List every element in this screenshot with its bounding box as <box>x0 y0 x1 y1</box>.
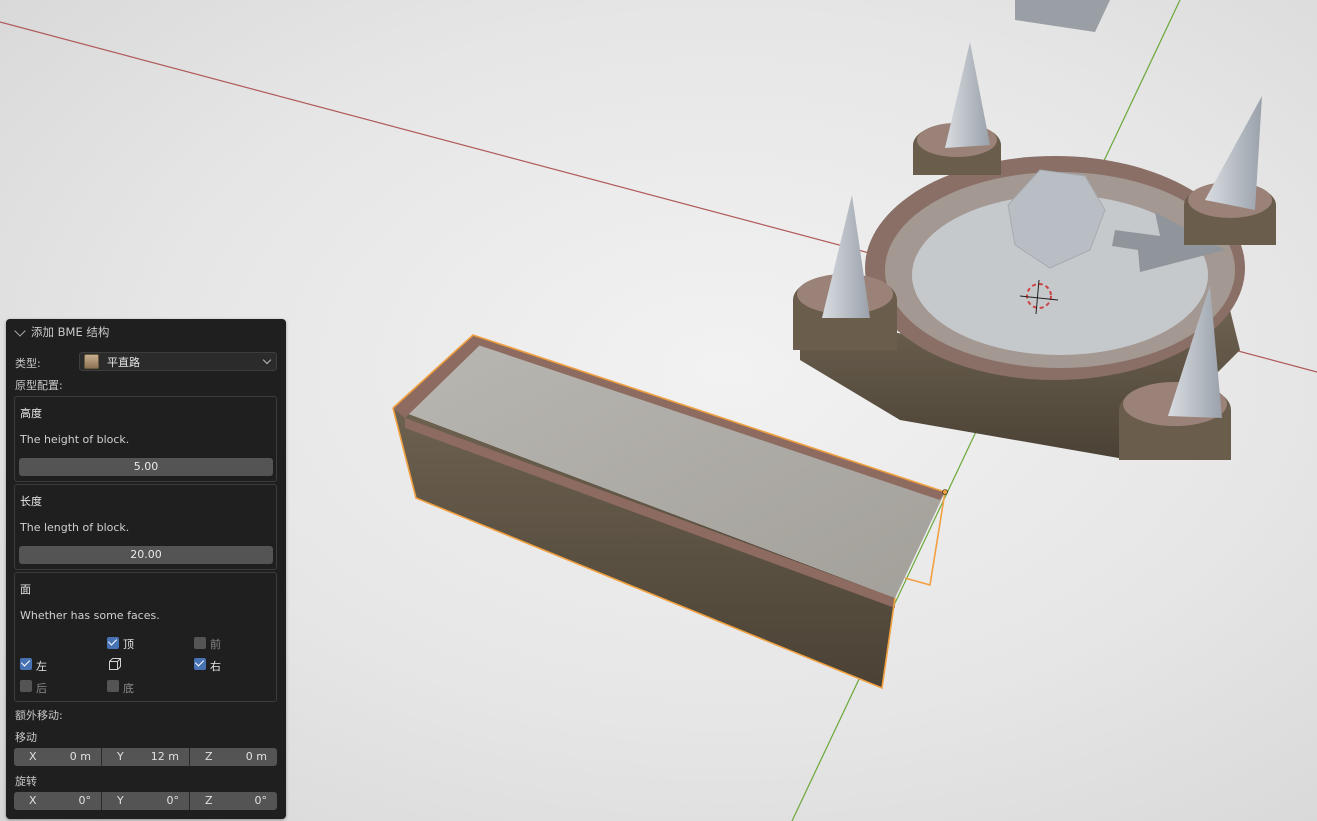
faces-property-box: 面 Whether has some faces. <box>14 572 277 702</box>
type-label: 类型: <box>15 357 41 370</box>
axis-label: X <box>29 794 37 807</box>
axis-value: 0 m <box>69 750 91 763</box>
chevron-down-icon <box>262 355 272 365</box>
axis-value: 0° <box>78 794 92 807</box>
axis-value: 0° <box>166 794 180 807</box>
face-top-label: 顶 <box>123 638 134 651</box>
axis-label: Z <box>205 794 213 807</box>
rotate-x-field[interactable]: X 0° <box>14 792 102 810</box>
move-z-field[interactable]: Z 0 m <box>190 748 277 766</box>
road-thumbnail-icon <box>84 354 99 369</box>
face-left-label: 左 <box>36 660 47 673</box>
face-bottom-label: 底 <box>123 682 134 695</box>
axis-label: Y <box>117 794 124 807</box>
height-property-box: 高度 The height of block. 5.00 <box>14 396 277 482</box>
face-bottom-checkbox[interactable] <box>107 680 119 692</box>
face-right-checkbox[interactable] <box>194 658 206 670</box>
face-right-label: 右 <box>210 660 221 673</box>
move-x-field[interactable]: X 0 m <box>14 748 102 766</box>
faces-description: Whether has some faces. <box>20 609 160 622</box>
height-title: 高度 <box>20 407 42 420</box>
move-y-field[interactable]: Y 12 m <box>102 748 190 766</box>
panel-title: 添加 BME 结构 <box>31 325 110 339</box>
cube-icon <box>109 658 121 670</box>
extra-transform-label: 额外移动: <box>15 709 63 722</box>
axis-label: X <box>29 750 37 763</box>
platform-structure <box>793 42 1276 460</box>
rotate-label: 旋转 <box>15 775 37 788</box>
type-select-value: 平直路 <box>107 355 140 369</box>
prototype-config-label: 原型配置: <box>15 379 63 392</box>
axis-value: 0 m <box>245 750 267 763</box>
face-back-label: 后 <box>36 682 47 695</box>
height-number-field[interactable]: 5.00 <box>19 458 273 476</box>
height-description: The height of block. <box>20 433 130 446</box>
length-description: The length of block. <box>20 521 130 534</box>
face-top-checkbox[interactable] <box>107 637 119 649</box>
type-select[interactable]: 平直路 <box>79 352 277 371</box>
distant-block <box>1015 0 1110 32</box>
face-front-label: 前 <box>210 638 221 651</box>
panel-header[interactable]: 添加 BME 结构 <box>14 324 109 340</box>
chevron-down-icon[interactable] <box>14 324 26 337</box>
face-front-checkbox[interactable] <box>194 637 206 649</box>
faces-title: 面 <box>20 583 31 596</box>
rotate-y-field[interactable]: Y 0° <box>102 792 190 810</box>
length-number-field[interactable]: 20.00 <box>19 546 273 564</box>
length-title: 长度 <box>20 495 42 508</box>
rotate-vector-field: X 0° Y 0° Z 0° <box>14 792 277 810</box>
axis-label: Y <box>117 750 124 763</box>
axis-value: 0° <box>254 794 268 807</box>
axis-label: Z <box>205 750 213 763</box>
move-label: 移动 <box>15 731 37 744</box>
rotate-z-field[interactable]: Z 0° <box>190 792 277 810</box>
length-property-box: 长度 The length of block. 20.00 <box>14 484 277 570</box>
axis-value: 12 m <box>150 750 179 763</box>
move-vector-field: X 0 m Y 12 m Z 0 m <box>14 748 277 766</box>
face-back-checkbox[interactable] <box>20 680 32 692</box>
face-left-checkbox[interactable] <box>20 658 32 670</box>
